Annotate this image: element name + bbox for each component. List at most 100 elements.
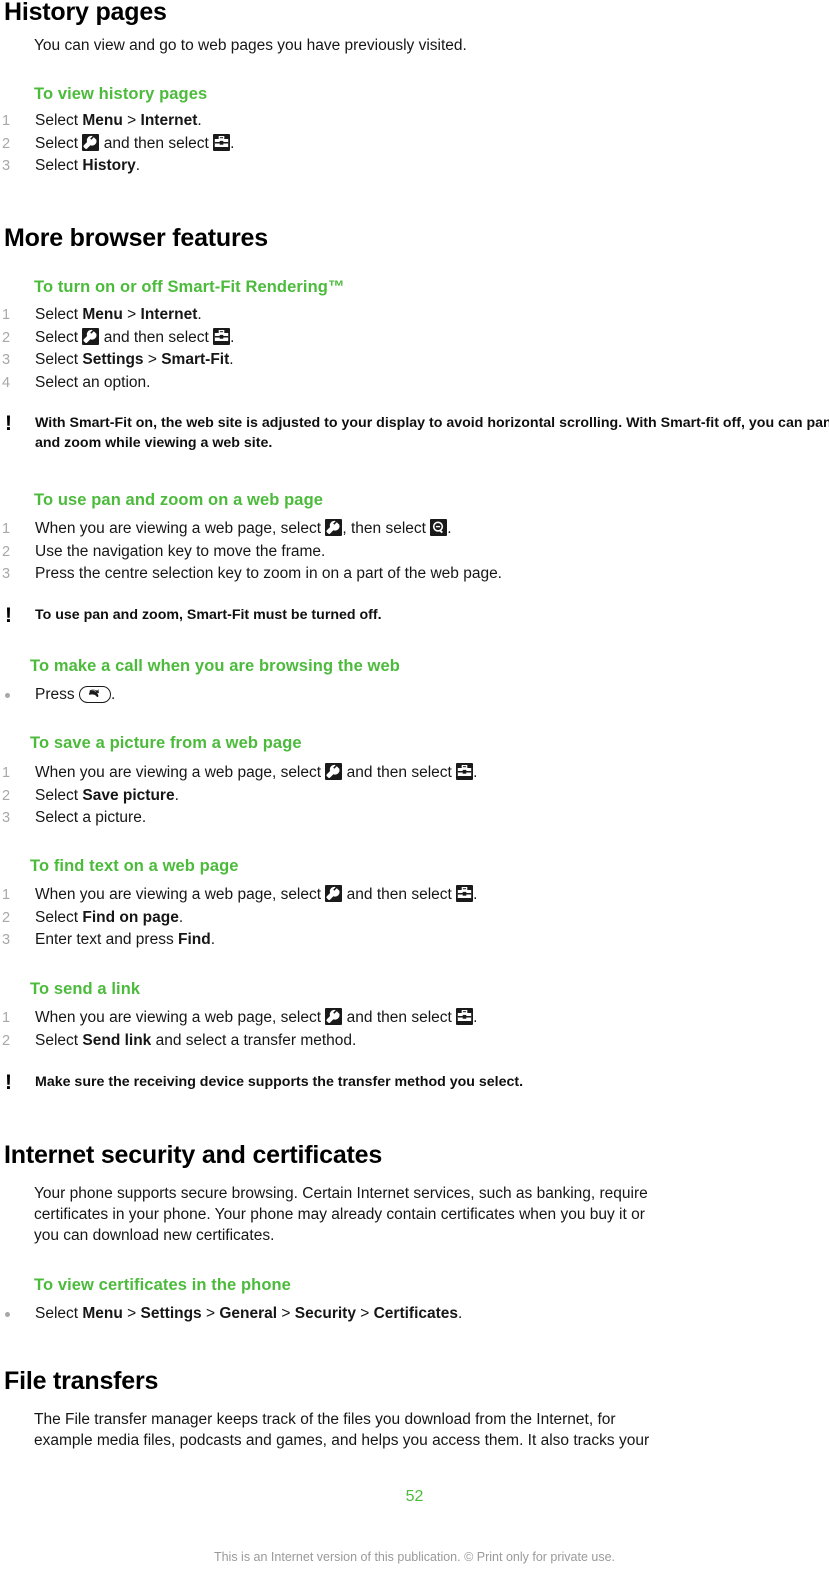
step-text: Select and then select .: [35, 327, 235, 346]
period: .: [210, 931, 216, 948]
step-number: 3: [2, 810, 11, 826]
separator-gt: >: [355, 1305, 374, 1322]
period: .: [229, 351, 234, 368]
period: .: [458, 1305, 463, 1322]
paragraph-security-line-3: you can download new certificates.: [34, 1227, 275, 1244]
period: .: [110, 686, 116, 703]
steps-view-history-pages: 1 Select Menu > Internet. 2 Select and t…: [0, 110, 234, 178]
paragraph-file-transfers-line-1: The File transfer manager keeps track of…: [34, 1411, 616, 1428]
task-heading-view-history-pages: To view history pages: [34, 85, 208, 103]
step-number: 2: [2, 135, 11, 152]
steps-pan-and-zoom: 1 When you are viewing a web page, selec…: [0, 518, 502, 586]
step-number: 2: [2, 909, 11, 926]
toolbox-icon: [456, 885, 474, 902]
exclamation-icon: !: [5, 412, 12, 435]
ui-term-settings: Settings: [140, 1305, 202, 1322]
bullet-point: [5, 1312, 10, 1317]
period: .: [197, 306, 202, 323]
step-number: 2: [2, 543, 11, 560]
note-text: With Smart-Fit on, the web site is adjus…: [35, 415, 829, 451]
step-item: 2 Select Find on page.: [0, 907, 477, 930]
step-text: Press the centre selection key to zoom i…: [35, 565, 502, 582]
step-number: 1: [2, 887, 11, 903]
step-item: Press .: [0, 684, 115, 707]
step-item: 1 When you are viewing a web page, selec…: [0, 518, 502, 541]
section-heading-more-browser-features: More browser features: [4, 224, 268, 252]
step-number: 3: [2, 158, 11, 174]
ui-term-internet: Internet: [140, 306, 198, 323]
step-item: 2 Select Send link and select a transfer…: [0, 1030, 477, 1053]
toolbox-icon: [456, 763, 474, 780]
step-number: 2: [2, 787, 11, 804]
label-select: Select: [35, 157, 83, 174]
step-number: 3: [2, 352, 11, 368]
ui-term-certificates: Certificates: [373, 1305, 459, 1322]
period: .: [230, 328, 235, 346]
separator-gt: >: [201, 1305, 220, 1322]
ui-term-settings: Settings: [82, 351, 144, 368]
period: .: [473, 886, 478, 903]
step-text: Select Save picture.: [35, 787, 179, 804]
step-text: When you are viewing a web page, select …: [35, 1008, 477, 1026]
steps-view-certificates: Select Menu > Settings > General > Secur…: [0, 1303, 462, 1326]
task-heading-pan-and-zoom: To use pan and zoom on a web page: [34, 491, 324, 509]
step-number: 1: [2, 1010, 11, 1026]
label-transfer-method: and select a transfer method.: [151, 1031, 357, 1049]
ui-term-history: History: [82, 157, 136, 174]
step-text: Select Settings > Smart-Fit.: [35, 351, 234, 368]
label-and-then-select: and then select: [99, 134, 214, 152]
step-text: Select Send link and select a transfer m…: [35, 1032, 356, 1049]
label-select: Select: [35, 1031, 83, 1049]
wrench-icon: [325, 1008, 343, 1025]
step-text: Select a picture.: [35, 809, 147, 826]
section-heading-internet-security: Internet security and certificates: [4, 1141, 383, 1169]
step-item: 2 Select and then select .: [0, 133, 234, 156]
exclamation-icon: !: [5, 1071, 12, 1094]
step-item: 2 Select Save picture.: [0, 785, 477, 808]
step-item: 1 Select Menu > Internet.: [0, 304, 234, 327]
task-heading-make-a-call: To make a call when you are browsing the…: [30, 657, 400, 675]
step-text: Press .: [35, 686, 115, 703]
wrench-icon: [325, 885, 343, 902]
period: .: [135, 157, 141, 174]
step-text: When you are viewing a web page, select …: [35, 763, 478, 781]
label-select: Select: [35, 351, 83, 368]
label-when-viewing: When you are viewing a web page, select: [35, 1009, 326, 1026]
step-text: Enter text and press Find.: [35, 931, 215, 948]
ui-term-find-on-page: Find on page: [82, 908, 179, 926]
step-item: 3 Select Settings > Smart-Fit.: [0, 349, 234, 372]
call-key-icon: [78, 686, 111, 703]
step-item: 2 Use the navigation key to move the fra…: [0, 541, 502, 564]
separator-gt: >: [277, 1305, 295, 1322]
step-text: When you are viewing a web page, select …: [35, 519, 452, 537]
manual-page: History pages You can view and go to web…: [0, 0, 829, 1587]
steps-smart-fit-rendering: 1 Select Menu > Internet. 2 Select and t…: [0, 304, 234, 394]
period: .: [473, 764, 478, 781]
step-number: 1: [2, 521, 11, 537]
step-text: Select Menu > Internet.: [35, 112, 202, 129]
label-and-then-select: and then select: [99, 328, 214, 346]
ui-term-find: Find: [178, 931, 211, 948]
note-send-link: ! Make sure the receiving device support…: [0, 1071, 829, 1094]
label-then-select: , then select: [342, 520, 431, 537]
period: .: [174, 786, 179, 804]
ui-term-save-picture: Save picture: [82, 786, 175, 804]
step-text: Use the navigation key to move the frame…: [35, 542, 326, 560]
section-heading-history-pages: History pages: [4, 0, 167, 26]
step-text: Select Find on page.: [35, 909, 183, 926]
label-select: Select: [35, 134, 83, 152]
steps-save-picture: 1 When you are viewing a web page, selec…: [0, 762, 477, 830]
wrench-icon: [325, 763, 343, 780]
label-select: Select: [35, 112, 83, 129]
task-heading-view-certificates: To view certificates in the phone: [34, 1276, 291, 1294]
label-and-then-select: and then select: [342, 764, 457, 781]
bullet-point: [5, 693, 10, 698]
step-number: 3: [2, 932, 11, 948]
separator-gt: >: [122, 306, 141, 323]
note-pan-and-zoom: ! To use pan and zoom, Smart-Fit must be…: [0, 604, 829, 627]
step-number: 4: [2, 374, 11, 391]
ui-term-security: Security: [294, 1305, 356, 1322]
label-when-viewing: When you are viewing a web page, select: [35, 886, 326, 903]
exclamation-icon: !: [5, 604, 12, 627]
wrench-icon: [325, 519, 343, 536]
